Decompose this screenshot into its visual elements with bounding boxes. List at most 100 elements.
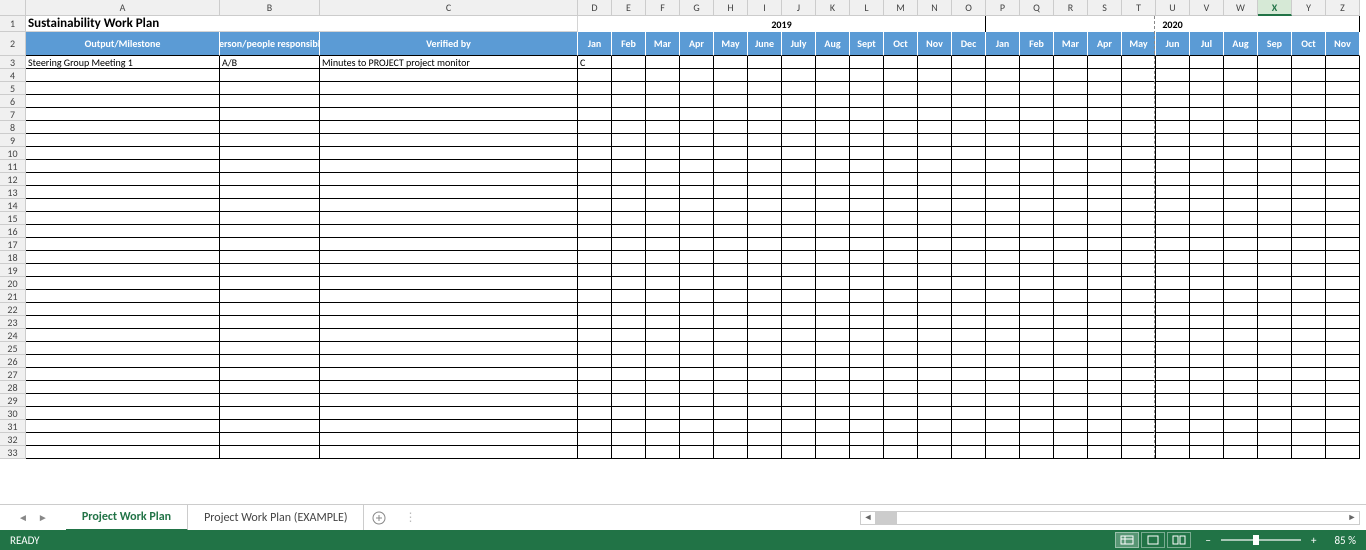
cell-r30-m5[interactable] [748, 407, 782, 420]
cell-r29-m17[interactable] [1156, 394, 1190, 407]
cell-r28-m6[interactable] [782, 381, 816, 394]
cell-r28-m8[interactable] [850, 381, 884, 394]
cell-month-3-7[interactable] [816, 56, 850, 69]
cell-r31-m7[interactable] [816, 420, 850, 433]
cell-r10-m0[interactable] [578, 147, 612, 160]
cell-r14-m5[interactable] [748, 199, 782, 212]
cell-B31[interactable] [220, 420, 320, 433]
cell-r5-m11[interactable] [952, 82, 986, 95]
cell-r28-m17[interactable] [1156, 381, 1190, 394]
cell-r8-m3[interactable] [680, 121, 714, 134]
cell-r30-m19[interactable] [1224, 407, 1258, 420]
cell-r4-m13[interactable] [1020, 69, 1054, 82]
cell-r6-m20[interactable] [1258, 95, 1292, 108]
cell-r21-m21[interactable] [1292, 290, 1326, 303]
cell-r32-m7[interactable] [816, 433, 850, 446]
cell-month-3-14[interactable] [1054, 56, 1088, 69]
cell-r22-m19[interactable] [1224, 303, 1258, 316]
cell-B33[interactable] [220, 446, 320, 459]
cell-r4-m14[interactable] [1054, 69, 1088, 82]
cell-r16-m15[interactable] [1088, 225, 1122, 238]
cell-B18[interactable] [220, 251, 320, 264]
cell-r16-m9[interactable] [884, 225, 918, 238]
cell-r19-m7[interactable] [816, 264, 850, 277]
cell-r19-m9[interactable] [884, 264, 918, 277]
cell-r14-m22[interactable] [1326, 199, 1360, 212]
header-month-4[interactable]: May [714, 32, 748, 56]
cell-r4-m19[interactable] [1224, 69, 1258, 82]
cell-r24-m17[interactable] [1156, 329, 1190, 342]
row-header-33[interactable]: 33 [0, 446, 26, 459]
cell-r33-m11[interactable] [952, 446, 986, 459]
cell-B22[interactable] [220, 303, 320, 316]
cell-r10-m8[interactable] [850, 147, 884, 160]
cell-r29-m6[interactable] [782, 394, 816, 407]
cell-r27-m21[interactable] [1292, 368, 1326, 381]
cell-r6-m7[interactable] [816, 95, 850, 108]
cell-C11[interactable] [320, 160, 578, 173]
cell-C23[interactable] [320, 316, 578, 329]
cell-r5-m14[interactable] [1054, 82, 1088, 95]
row-header-21[interactable]: 21 [0, 290, 26, 303]
row-header-8[interactable]: 8 [0, 121, 26, 134]
cell-r13-m0[interactable] [578, 186, 612, 199]
cell-B11[interactable] [220, 160, 320, 173]
cell-r30-m7[interactable] [816, 407, 850, 420]
cell-r17-m15[interactable] [1088, 238, 1122, 251]
cell-r24-m16[interactable] [1122, 329, 1156, 342]
cell-r28-m0[interactable] [578, 381, 612, 394]
cell-B16[interactable] [220, 225, 320, 238]
cell-r5-m3[interactable] [680, 82, 714, 95]
cell-r10-m14[interactable] [1054, 147, 1088, 160]
cell-r21-m12[interactable] [986, 290, 1020, 303]
zoom-level[interactable]: 85 % [1334, 534, 1356, 547]
column-header-B[interactable]: B [220, 0, 320, 16]
header-verified[interactable]: Verified by [320, 32, 578, 56]
cell-r27-m5[interactable] [748, 368, 782, 381]
cell-r21-m2[interactable] [646, 290, 680, 303]
cell-B21[interactable] [220, 290, 320, 303]
cell-r19-m22[interactable] [1326, 264, 1360, 277]
cell-r14-m1[interactable] [612, 199, 646, 212]
cell-r10-m7[interactable] [816, 147, 850, 160]
cell-r11-m12[interactable] [986, 160, 1020, 173]
cell-r22-m5[interactable] [748, 303, 782, 316]
cell-r15-m1[interactable] [612, 212, 646, 225]
cell-r27-m4[interactable] [714, 368, 748, 381]
header-month-6[interactable]: July [782, 32, 816, 56]
cell-r30-m0[interactable] [578, 407, 612, 420]
cell-r12-m0[interactable] [578, 173, 612, 186]
cell-r16-m17[interactable] [1156, 225, 1190, 238]
cell-r24-m9[interactable] [884, 329, 918, 342]
cell-r33-m1[interactable] [612, 446, 646, 459]
cell-r23-m11[interactable] [952, 316, 986, 329]
cell-r7-m18[interactable] [1190, 108, 1224, 121]
cell-r30-m22[interactable] [1326, 407, 1360, 420]
cell-C31[interactable] [320, 420, 578, 433]
cell-r33-m19[interactable] [1224, 446, 1258, 459]
cell-r5-m22[interactable] [1326, 82, 1360, 95]
column-header-H[interactable]: H [714, 0, 748, 16]
cell-r6-m13[interactable] [1020, 95, 1054, 108]
cell-C20[interactable] [320, 277, 578, 290]
cell-r22-m10[interactable] [918, 303, 952, 316]
cell-r23-m14[interactable] [1054, 316, 1088, 329]
column-header-W[interactable]: W [1224, 0, 1258, 16]
cell-r28-m16[interactable] [1122, 381, 1156, 394]
column-header-I[interactable]: I [748, 0, 782, 16]
cell-r25-m2[interactable] [646, 342, 680, 355]
column-header-T[interactable]: T [1122, 0, 1156, 16]
cell-r31-m21[interactable] [1292, 420, 1326, 433]
cell-r23-m10[interactable] [918, 316, 952, 329]
cell-r7-m16[interactable] [1122, 108, 1156, 121]
cell-A30[interactable] [26, 407, 220, 420]
cell-r23-m3[interactable] [680, 316, 714, 329]
cell-r19-m13[interactable] [1020, 264, 1054, 277]
cell-r4-m10[interactable] [918, 69, 952, 82]
cell-r26-m11[interactable] [952, 355, 986, 368]
cell-r5-m15[interactable] [1088, 82, 1122, 95]
cell-r7-m19[interactable] [1224, 108, 1258, 121]
cell-r10-m12[interactable] [986, 147, 1020, 160]
cell-r27-m17[interactable] [1156, 368, 1190, 381]
cell-r16-m11[interactable] [952, 225, 986, 238]
